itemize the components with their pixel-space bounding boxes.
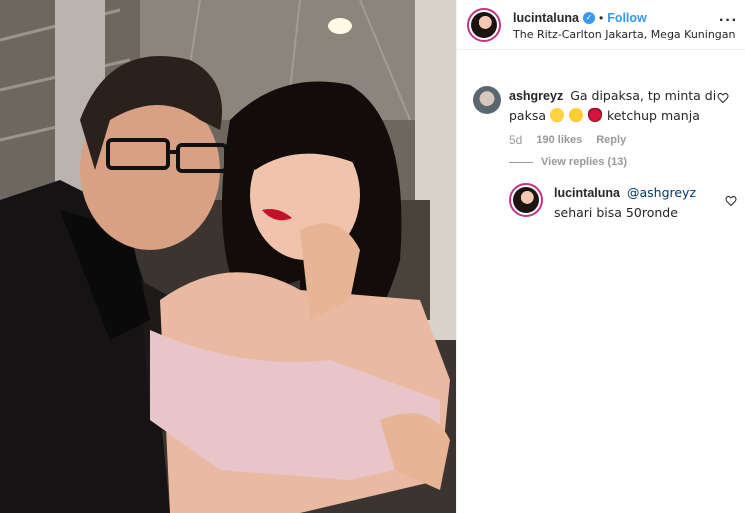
grinning-sweat-emoji	[550, 108, 564, 122]
comment-likes[interactable]: 190 likes	[536, 134, 582, 146]
author-line: lucintaluna ✓ • Follow	[513, 11, 647, 25]
like-reply-heart-icon[interactable]	[725, 195, 737, 207]
post-header: lucintaluna ✓ • Follow The Ritz-Carlton …	[457, 0, 745, 50]
commenter-username[interactable]: ashgreyz	[509, 89, 563, 103]
reply-mention[interactable]: @ashgreyz	[627, 185, 696, 200]
reply-text-main: sehari bisa 50ronde	[554, 205, 678, 220]
author-avatar[interactable]	[467, 8, 501, 42]
kiss-lips-emoji	[587, 108, 602, 122]
comment-meta: 5d 190 likes Reply	[509, 133, 735, 147]
separator-dot: •	[598, 11, 604, 25]
post-image	[0, 0, 456, 513]
like-comment-heart-icon[interactable]	[717, 92, 729, 104]
post-location[interactable]: The Ritz-Carlton Jakarta, Mega Kuningan	[513, 28, 736, 41]
comment-text: ashgreyz Ga dipaksa, tp minta di paksa k…	[509, 86, 735, 125]
comment-item: ashgreyz Ga dipaksa, tp minta di paksa k…	[473, 86, 735, 168]
post-side-panel: lucintaluna ✓ • Follow The Ritz-Carlton …	[456, 0, 745, 513]
reply-text: lucintaluna @ashgreyz sehari bisa 50rond…	[554, 183, 735, 222]
view-replies-button[interactable]: View replies (13)	[509, 156, 735, 168]
comment-text-tail: ketchup manja	[606, 108, 700, 123]
verified-badge-icon: ✓	[582, 12, 595, 24]
reply-item: lucintaluna @ashgreyz sehari bisa 50rond…	[509, 183, 737, 222]
comment-time[interactable]: 5d	[509, 133, 522, 147]
winking-kiss-emoji	[568, 108, 583, 122]
more-options-icon[interactable]: ···	[719, 13, 738, 29]
view-replies-label: View replies (13)	[541, 156, 628, 168]
follow-button[interactable]: Follow	[607, 11, 647, 25]
post-photo[interactable]	[0, 0, 456, 513]
replies-divider-line	[509, 161, 533, 163]
reply-author-avatar[interactable]	[509, 183, 543, 217]
reply-username[interactable]: lucintaluna	[554, 186, 620, 200]
commenter-avatar[interactable]	[473, 86, 501, 114]
author-username[interactable]: lucintaluna	[513, 11, 579, 25]
reply-button[interactable]: Reply	[596, 134, 626, 146]
